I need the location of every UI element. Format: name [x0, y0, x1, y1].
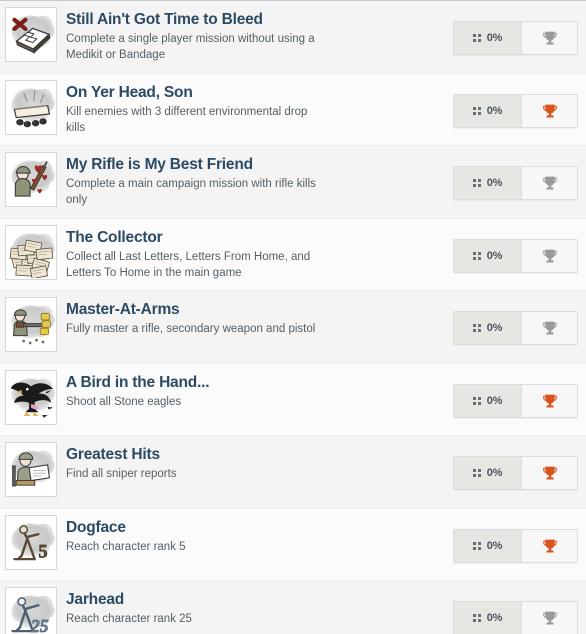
- achievement-row[interactable]: On Yer Head, Son Kill enemies with 3 diff…: [0, 73, 586, 146]
- achievement-description: Shoot all Stone eagles: [66, 395, 182, 408]
- dots-grid-icon: [472, 469, 481, 477]
- svg-text:25: 25: [30, 616, 49, 634]
- dots-grid-icon: [472, 179, 481, 187]
- trophy-icon: [542, 465, 558, 481]
- achievement-description: Reach character rank 25: [66, 613, 192, 625]
- achievement-row[interactable]: The Collector Collect all Last Letters, L…: [0, 218, 586, 291]
- achievement-thumbnail: [5, 152, 57, 207]
- progress-percent: 0%: [486, 612, 503, 624]
- achievement-progress-badge[interactable]: 0%: [453, 311, 578, 345]
- achievement-row[interactable]: Master-At-Arms Fully master a rifle, seco…: [0, 291, 586, 364]
- svg-text:5: 5: [38, 541, 47, 561]
- achievement-row[interactable]: Still Ain't Got Time to Bleed Complete a …: [0, 1, 586, 74]
- achievement-row[interactable]: Greatest Hits Find all sniper reports 0%: [0, 436, 586, 509]
- achievement-progress-badge[interactable]: 0%: [453, 238, 578, 273]
- progress-percent: 0%: [486, 394, 503, 407]
- achievement-progress-badge[interactable]: 0%: [453, 93, 578, 128]
- trophy-icon: [542, 103, 558, 119]
- progress-segment[interactable]: 0%: [454, 22, 522, 54]
- progress-percent: 0%: [486, 177, 503, 189]
- trophy-segment[interactable]: [522, 457, 577, 489]
- achievement-thumbnail: [5, 7, 57, 62]
- trophy-icon: [542, 175, 558, 191]
- achievement-progress-badge[interactable]: 0%: [453, 456, 578, 490]
- progress-percent: 0%: [486, 104, 503, 117]
- soldier-with-weapons-icon: [7, 299, 55, 350]
- trophy-icon: [542, 30, 558, 46]
- trophy-segment[interactable]: [522, 602, 577, 634]
- rank-5-sniper-icon: 5: [7, 516, 55, 568]
- achievement-description: Complete a main campaign mission with ri…: [66, 178, 316, 206]
- progress-segment[interactable]: 0%: [454, 94, 522, 127]
- dots-grid-icon: [472, 541, 481, 550]
- rank-25-sniper-icon: 25: [7, 589, 55, 634]
- dots-grid-icon: [472, 106, 481, 115]
- falling-crate-icon: [7, 81, 55, 133]
- progress-percent: 0%: [486, 249, 503, 262]
- progress-percent: 0%: [486, 539, 503, 552]
- trophy-icon: [542, 320, 558, 336]
- dots-grid-icon: [472, 251, 481, 260]
- trophy-segment[interactable]: [522, 384, 577, 417]
- dots-grid-icon: [472, 34, 481, 42]
- achievement-thumbnail: [5, 369, 57, 425]
- trophy-icon: [542, 393, 558, 409]
- achievement-row[interactable]: A Bird in the Hand... Shoot all Stone eag…: [0, 363, 586, 436]
- dots-grid-icon: [472, 614, 481, 622]
- soldier-reading-report-icon: [7, 444, 55, 495]
- achievement-description: Kill enemies with 3 different environmen…: [66, 105, 308, 134]
- progress-segment[interactable]: 0%: [454, 529, 522, 562]
- achievement-progress-badge[interactable]: 0%: [453, 166, 578, 200]
- stack-of-letters-icon: [7, 226, 55, 278]
- achievement-row[interactable]: My Rifle is My Best Friend Complete a mai…: [0, 146, 586, 219]
- dots-grid-icon: [472, 324, 481, 332]
- achievement-row[interactable]: 25 Jarhead Reach character rank 25 0%: [0, 581, 586, 634]
- dots-grid-icon: [472, 396, 481, 405]
- achievement-description: Find all sniper reports: [66, 468, 177, 480]
- achievement-progress-badge[interactable]: 0%: [453, 601, 578, 634]
- progress-segment[interactable]: 0%: [454, 457, 522, 489]
- achievement-thumbnail: [5, 224, 57, 280]
- trophy-icon: [542, 610, 558, 626]
- progress-segment[interactable]: 0%: [454, 239, 522, 272]
- progress-segment[interactable]: 0%: [454, 167, 522, 199]
- trophy-segment[interactable]: [522, 529, 577, 562]
- progress-percent: 0%: [486, 467, 503, 479]
- trophy-segment[interactable]: [522, 239, 577, 272]
- trophy-segment[interactable]: [522, 167, 577, 199]
- achievement-row[interactable]: 5 Dogface Reach character rank 5 0%: [0, 508, 586, 581]
- progress-percent: 0%: [486, 322, 503, 334]
- achievement-description: Fully master a rifle, secondary weapon a…: [66, 323, 316, 335]
- trophy-icon: [542, 538, 558, 554]
- medikit-crossed-out-icon: [7, 9, 55, 60]
- stone-eagle-icon: [7, 371, 55, 423]
- achievement-progress-badge[interactable]: 0%: [453, 21, 578, 55]
- progress-percent: 0%: [486, 32, 503, 44]
- achievement-description: Collect all Last Letters, Letters From H…: [66, 250, 311, 279]
- achievement-thumbnail: [5, 297, 57, 352]
- achievement-thumbnail: 5: [5, 514, 57, 570]
- achievement-progress-badge[interactable]: 0%: [453, 528, 578, 563]
- trophy-icon: [542, 248, 558, 264]
- progress-segment[interactable]: 0%: [454, 384, 522, 417]
- progress-segment[interactable]: 0%: [454, 602, 522, 634]
- achievement-thumbnail: [5, 442, 57, 497]
- trophy-segment[interactable]: [522, 94, 577, 127]
- achievement-description: Complete a single player mission without…: [66, 33, 315, 61]
- achievement-description: Reach character rank 5: [66, 540, 186, 553]
- trophy-segment[interactable]: [522, 22, 577, 54]
- achievement-progress-badge[interactable]: 0%: [453, 383, 578, 418]
- achievement-list: Still Ain't Got Time to Bleed Complete a …: [0, 0, 586, 634]
- progress-segment[interactable]: 0%: [454, 312, 522, 344]
- achievement-thumbnail: 25: [5, 587, 57, 634]
- achievement-thumbnail: [5, 79, 57, 135]
- soldier-hugging-rifle-icon: [7, 154, 55, 205]
- trophy-segment[interactable]: [522, 312, 577, 344]
